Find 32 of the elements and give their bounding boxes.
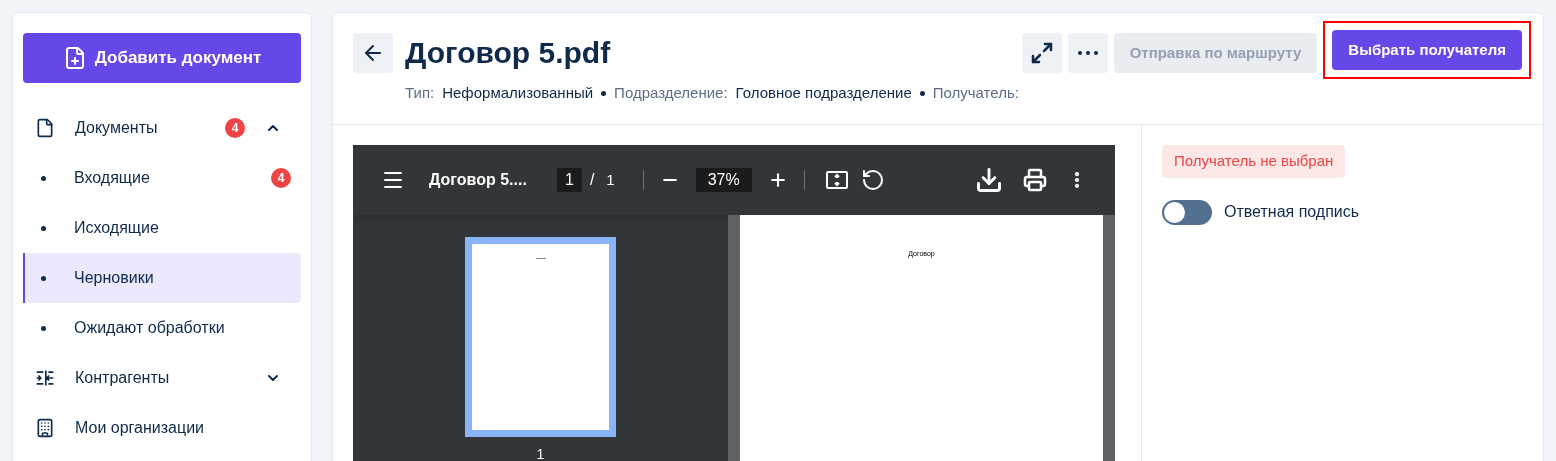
nav-label: Документы xyxy=(75,118,159,138)
meta-label: Получатель: xyxy=(932,83,1019,103)
nav-item[interactable]: Контрагенты xyxy=(23,353,301,403)
nav-subitem[interactable]: Черновики xyxy=(23,253,301,303)
status-badge: Получатель не выбран xyxy=(1162,145,1346,178)
page-count: 1 xyxy=(606,169,615,190)
nav-subitem[interactable]: Исходящие xyxy=(23,203,301,253)
nav-label: Мои организации xyxy=(75,418,205,438)
document-title: Договор 5.pdf xyxy=(405,35,612,71)
nav-subitem[interactable]: Входящие 4 xyxy=(23,153,301,203)
nav-label: Контрагенты xyxy=(75,368,171,388)
meta-value: Головное подразделение xyxy=(735,83,912,103)
nav-label: Исходящие xyxy=(74,218,160,238)
meta-label: Подразделение: xyxy=(614,83,728,103)
count-badge: 4 xyxy=(225,118,245,138)
zoom-field[interactable]: 37% xyxy=(695,168,752,192)
page-separator: / xyxy=(589,170,595,190)
page-field[interactable]: 1 xyxy=(557,168,582,192)
nav-label: Ожидают обработки xyxy=(74,318,226,338)
thumbnail-label: 1 xyxy=(536,445,545,461)
meta-value: Неформализованный xyxy=(442,83,594,103)
nav-subitem[interactable]: Ожидают обработки xyxy=(23,303,301,353)
toggle-label: Ответная подпись xyxy=(1224,202,1360,222)
nav-item[interactable]: Документы 4 xyxy=(23,103,301,153)
count-badge: 4 xyxy=(271,168,291,188)
action-button[interactable]: Выбрать получателя xyxy=(1332,30,1522,70)
add-document-button[interactable]: Добавить документ xyxy=(23,33,301,83)
nav-item[interactable]: Мои организации xyxy=(23,403,301,453)
meta-label: Тип: xyxy=(405,83,435,103)
nav-label: Входящие xyxy=(74,168,151,188)
nav-label: Черновики xyxy=(74,268,155,288)
file-name: Договор 5.... xyxy=(429,170,528,190)
